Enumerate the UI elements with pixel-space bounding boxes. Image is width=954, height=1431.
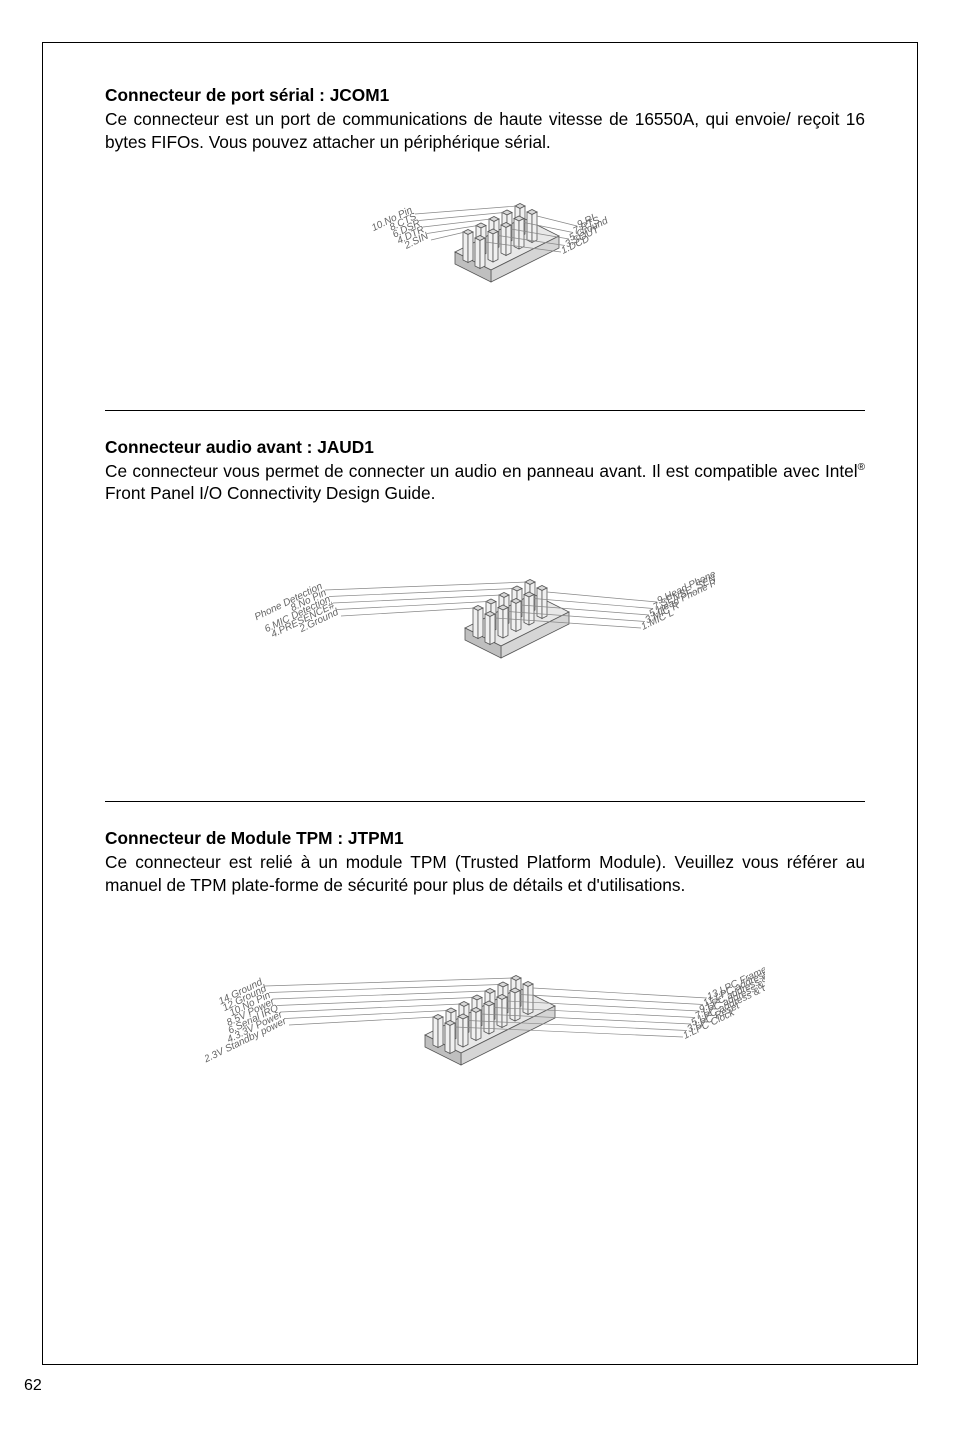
- section-title: Connecteur de port sérial : JCOM1: [105, 85, 865, 106]
- diagram-jtpm1: 14.Ground12.Ground10.No Pin8.5V Power6.S…: [105, 925, 865, 1205]
- diagram-jaud1: 10.Head Phone Detection8.No Pin6.MIC Det…: [105, 533, 865, 763]
- page-number: 62: [24, 1377, 42, 1395]
- section-body: Ce connecteur est un port de communicati…: [105, 108, 865, 154]
- section-jaud1: Connecteur audio avant : JAUD1 Ce connec…: [105, 437, 865, 764]
- section-divider: [105, 410, 865, 411]
- diagram-jcom1: 10.No Pin8.CTS6.DSR4.DTR2.SIN 9.RI7.RTS5…: [105, 182, 865, 372]
- section-body: Ce connecteur vous permet de connecter u…: [105, 460, 865, 506]
- section-title: Connecteur audio avant : JAUD1: [105, 437, 865, 458]
- section-jcom1: Connecteur de port sérial : JCOM1 Ce con…: [105, 85, 865, 372]
- section-jtpm1: Connecteur de Module TPM : JTPM1 Ce conn…: [105, 828, 865, 1205]
- section-title: Connecteur de Module TPM : JTPM1: [105, 828, 865, 849]
- page-content: Connecteur de port sérial : JCOM1 Ce con…: [42, 42, 918, 1365]
- section-body: Ce connecteur est relié à un module TPM …: [105, 851, 865, 897]
- section-divider: [105, 801, 865, 802]
